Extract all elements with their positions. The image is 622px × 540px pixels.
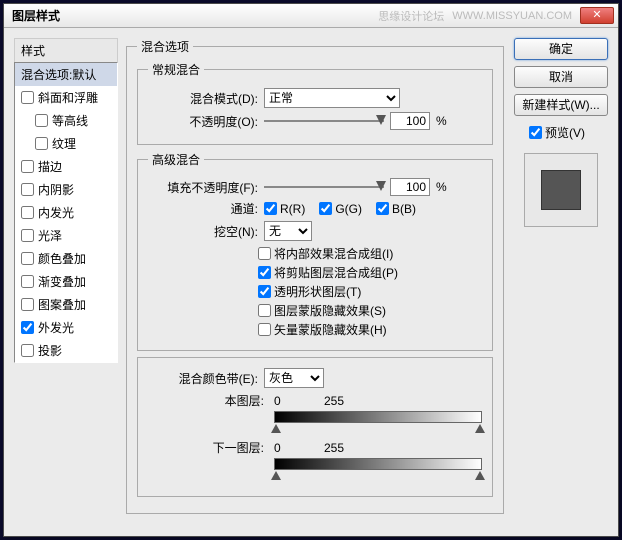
watermark-url: WWW.MISSYUAN.COM: [452, 10, 572, 22]
style-item-label: 外发光: [38, 319, 74, 336]
options-panel: 混合选项 常规混合 混合模式(D): 正常 不透明度(O): %: [126, 38, 504, 522]
style-item-label: 颜色叠加: [38, 250, 86, 267]
style-list-item[interactable]: 纹理: [15, 132, 117, 155]
action-sidebar: 确定 取消 新建样式(W)... 预览(V): [512, 38, 610, 522]
channels-label: 通道:: [148, 200, 258, 217]
dialog-title: 图层样式: [12, 7, 60, 24]
style-item-label: 混合选项:默认: [21, 66, 96, 83]
new-style-button[interactable]: 新建样式(W)...: [514, 94, 608, 116]
style-item-checkbox[interactable]: [21, 275, 34, 288]
layer-style-dialog: 图层样式 思缘设计论坛 WWW.MISSYUAN.COM ✕ 样式 混合选项:默…: [3, 3, 619, 537]
percent-label: %: [436, 180, 447, 194]
advanced-blend-legend: 高级混合: [148, 151, 204, 168]
blend-if-select[interactable]: 灰色: [264, 368, 324, 388]
style-item-label: 内阴影: [38, 181, 74, 198]
style-list-panel: 样式 混合选项:默认斜面和浮雕等高线纹理描边内阴影内发光光泽颜色叠加渐变叠加图案…: [14, 38, 118, 522]
advanced-blend-group: 高级混合 填充不透明度(F): % 通道: R(R) G(G) B(B): [137, 151, 493, 351]
style-item-checkbox[interactable]: [21, 229, 34, 242]
style-list-item[interactable]: 斜面和浮雕: [15, 86, 117, 109]
style-list-item[interactable]: 内阴影: [15, 178, 117, 201]
style-list-item[interactable]: 内发光: [15, 201, 117, 224]
cancel-button[interactable]: 取消: [514, 66, 608, 88]
style-item-checkbox[interactable]: [21, 298, 34, 311]
style-item-checkbox[interactable]: [21, 206, 34, 219]
style-list-header: 样式: [14, 38, 118, 62]
style-item-checkbox[interactable]: [21, 344, 34, 357]
style-list-item[interactable]: 混合选项:默认: [15, 63, 117, 86]
blend-if-label: 混合颜色带(E):: [148, 370, 258, 387]
blend-options-group: 混合选项 常规混合 混合模式(D): 正常 不透明度(O): %: [126, 38, 504, 514]
channel-g-checkbox[interactable]: G(G): [319, 202, 362, 216]
style-item-label: 光泽: [38, 227, 62, 244]
style-item-label: 投影: [38, 342, 62, 359]
advanced-option-checkbox[interactable]: 图层蒙版隐藏效果(S): [258, 302, 482, 319]
advanced-option-checkbox[interactable]: 矢量蒙版隐藏效果(H): [258, 321, 482, 338]
fill-opacity-input[interactable]: [390, 178, 430, 196]
next-layer-label: 下一图层:: [148, 439, 264, 456]
ok-button[interactable]: 确定: [514, 38, 608, 60]
style-list-item[interactable]: 外发光: [15, 316, 117, 339]
fill-opacity-slider[interactable]: [264, 180, 384, 194]
style-item-checkbox[interactable]: [35, 114, 48, 127]
knockout-select[interactable]: 无: [264, 221, 312, 241]
opacity-slider[interactable]: [264, 114, 384, 128]
style-item-label: 图案叠加: [38, 296, 86, 313]
blend-options-legend: 混合选项: [137, 38, 193, 55]
titlebar: 图层样式 思缘设计论坛 WWW.MISSYUAN.COM ✕: [4, 4, 618, 28]
style-item-label: 等高线: [52, 112, 88, 129]
watermark-text: 思缘设计论坛: [378, 8, 444, 24]
channel-b-checkbox[interactable]: B(B): [376, 202, 416, 216]
style-item-checkbox[interactable]: [21, 183, 34, 196]
this-layer-low: 0: [274, 394, 324, 408]
style-item-label: 内发光: [38, 204, 74, 221]
blend-if-group: 混合颜色带(E): 灰色 本图层: 0 255 下一图层: 0 255: [137, 357, 493, 497]
style-item-label: 斜面和浮雕: [38, 89, 98, 106]
advanced-option-checkbox[interactable]: 将内部效果混合成组(I): [258, 245, 482, 262]
style-item-checkbox[interactable]: [21, 91, 34, 104]
style-list-item[interactable]: 渐变叠加: [15, 270, 117, 293]
advanced-option-checkbox[interactable]: 透明形状图层(T): [258, 283, 482, 300]
style-item-checkbox[interactable]: [21, 252, 34, 265]
style-list-item[interactable]: 等高线: [15, 109, 117, 132]
preview-swatch: [541, 170, 581, 210]
style-item-label: 渐变叠加: [38, 273, 86, 290]
preview-checkbox[interactable]: 预览(V): [529, 124, 585, 141]
style-list[interactable]: 混合选项:默认斜面和浮雕等高线纹理描边内阴影内发光光泽颜色叠加渐变叠加图案叠加外…: [14, 62, 118, 363]
this-layer-high: 255: [324, 394, 344, 408]
style-list-item[interactable]: 光泽: [15, 224, 117, 247]
blend-mode-select[interactable]: 正常: [264, 88, 400, 108]
style-list-item[interactable]: 图案叠加: [15, 293, 117, 316]
this-layer-label: 本图层:: [148, 392, 264, 409]
style-list-item[interactable]: 颜色叠加: [15, 247, 117, 270]
style-item-checkbox[interactable]: [21, 321, 34, 334]
general-blend-group: 常规混合 混合模式(D): 正常 不透明度(O): %: [137, 61, 493, 145]
knockout-label: 挖空(N):: [148, 223, 258, 240]
preview-box: [524, 153, 598, 227]
style-item-checkbox[interactable]: [21, 160, 34, 173]
style-list-item[interactable]: 投影: [15, 339, 117, 362]
advanced-options-list: 将内部效果混合成组(I) 将剪贴图层混合成组(P) 透明形状图层(T) 图层蒙版隐藏效…: [258, 245, 482, 338]
fill-opacity-label: 填充不透明度(F):: [148, 179, 258, 196]
next-layer-low: 0: [274, 441, 324, 455]
opacity-label: 不透明度(O):: [148, 113, 258, 130]
style-item-label: 纹理: [52, 135, 76, 152]
style-list-item[interactable]: 描边: [15, 155, 117, 178]
advanced-option-checkbox[interactable]: 将剪贴图层混合成组(P): [258, 264, 482, 281]
style-item-label: 描边: [38, 158, 62, 175]
style-item-checkbox[interactable]: [35, 137, 48, 150]
percent-label: %: [436, 114, 447, 128]
this-layer-gradient[interactable]: [274, 411, 482, 423]
close-button[interactable]: ✕: [580, 7, 614, 24]
channel-r-checkbox[interactable]: R(R): [264, 202, 305, 216]
opacity-input[interactable]: [390, 112, 430, 130]
general-blend-legend: 常规混合: [148, 61, 204, 78]
next-layer-gradient[interactable]: [274, 458, 482, 470]
next-layer-high: 255: [324, 441, 344, 455]
blend-mode-label: 混合模式(D):: [148, 90, 258, 107]
